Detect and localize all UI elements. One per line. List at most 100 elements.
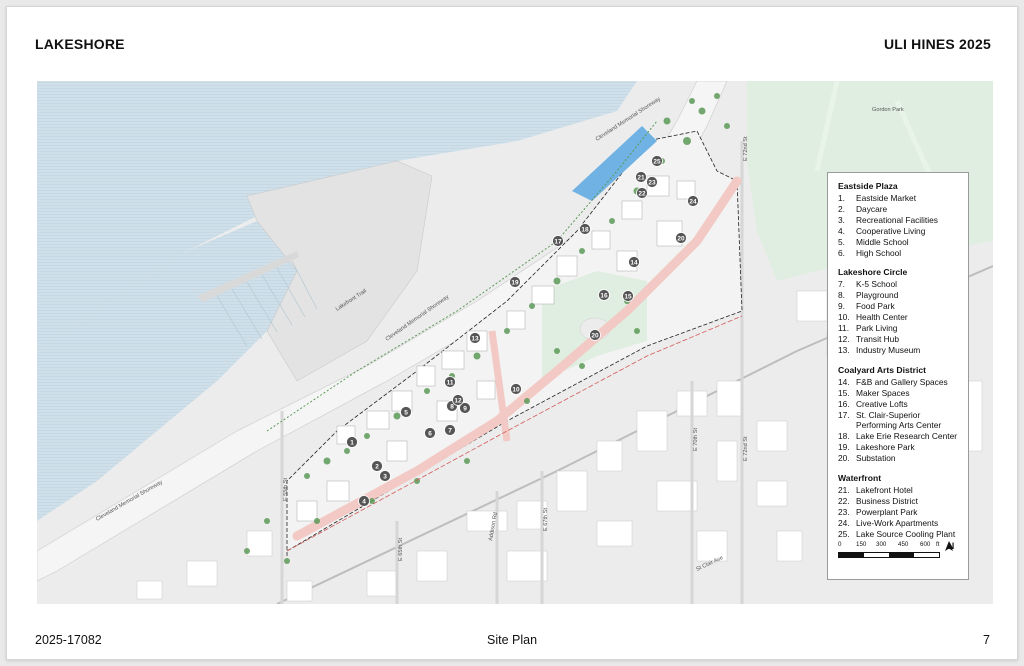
site-marker-number: 3 (383, 473, 387, 480)
legend-item: 13. Industry Museum (838, 345, 959, 356)
site-marker[interactable]: 4 (358, 495, 370, 507)
legend-item-number: 11. (838, 323, 850, 334)
road-label-e72-mid: E 72nd St (743, 436, 749, 461)
legend-item-number: 7. (838, 279, 845, 290)
site-marker[interactable]: 25 (651, 155, 663, 167)
scale-tick-label: 300 (876, 541, 887, 548)
legend-item: 4. Cooperative Living (838, 226, 959, 237)
scale-tick-label: ft (936, 541, 940, 548)
legend-item-label: Transit Hub (856, 333, 899, 344)
legend-item: 16. Creative Lofts (838, 399, 959, 410)
legend-item-number: 19. (838, 442, 850, 453)
site-marker-number: 1 (350, 439, 354, 446)
site-marker[interactable]: 21 (635, 171, 647, 183)
legend-group: Waterfront 21. Lakefront Hotel 22. Business … (838, 473, 959, 540)
site-marker[interactable]: 12 (452, 394, 464, 406)
legend-item-label: High School (856, 247, 902, 258)
site-marker-number: 7 (448, 427, 452, 434)
legend-item-label: Playground (856, 290, 899, 301)
legend-item: 15. Maker Spaces (838, 388, 959, 399)
site-marker[interactable]: 16 (598, 289, 610, 301)
site-plan-map[interactable]: Cleveland Memorial Shoreway Cleveland Me… (37, 81, 993, 604)
site-marker[interactable]: 22 (636, 187, 648, 199)
map-label-gordon-park: Gordon Park (872, 107, 904, 113)
site-marker-number: 18 (581, 226, 589, 233)
legend-group: Coalyard Arts District 14. F&B and Gallery… (838, 365, 959, 464)
legend-item: 12. Transit Hub (838, 334, 959, 345)
scale-bar: 0 150 300 450 600 ft N (838, 541, 960, 571)
legend-item-label: Health Center (856, 312, 908, 323)
legend-item: 21. Lakefront Hotel (838, 485, 959, 496)
site-marker-number: 10 (512, 386, 520, 393)
site-marker[interactable]: 5 (400, 406, 412, 418)
site-marker[interactable]: 10 (510, 383, 522, 395)
legend-item-number: 1. (838, 193, 845, 203)
road-label-e65: E 65th St (398, 538, 404, 561)
legend-item-label: Lakefront Hotel (856, 485, 913, 496)
site-marker[interactable]: 13 (469, 332, 481, 344)
legend-item-number: 23. (838, 506, 850, 517)
road-label-e67: E 67th St (543, 508, 549, 531)
legend-item: 14. F&B and Gallery Spaces (838, 377, 959, 388)
legend-item-label: Creative Lofts (856, 398, 908, 409)
north-arrow: N (944, 541, 958, 551)
scale-bar-graphic (838, 552, 940, 558)
site-marker[interactable]: 24 (687, 195, 699, 207)
legend-item: 9. Food Park (838, 301, 959, 312)
site-marker[interactable]: 20 (589, 329, 601, 341)
site-marker-number: 15 (624, 293, 632, 300)
scale-tick-label: 600 (920, 541, 931, 548)
site-marker[interactable]: 6 (424, 427, 436, 439)
legend-item-number: 17. (838, 409, 850, 420)
legend-item-number: 20. (838, 453, 850, 464)
legend-item-number: 4. (838, 225, 845, 236)
site-marker[interactable]: 15 (622, 290, 634, 302)
site-marker-number: 6 (428, 430, 432, 437)
page-number: 7 (983, 633, 990, 647)
legend-item: 24. Live-Work Apartments (838, 518, 959, 529)
site-marker[interactable]: 7 (444, 424, 456, 436)
scale-tick-label: 150 (856, 541, 867, 548)
legend-item: 11. Park Living (838, 323, 959, 334)
legend-item-label: Lake Erie Research Center (856, 431, 958, 442)
legend-item-number: 3. (838, 214, 845, 225)
legend-item-label: Lakeshore Park (856, 442, 915, 453)
legend-item-number: 12. (838, 333, 850, 344)
site-marker-number: 4 (362, 498, 366, 505)
legend-group-title: Lakeshore Circle (838, 267, 908, 278)
legend-item: 1. Eastside Market (838, 193, 959, 204)
legend-group: Eastside Plaza 1. Eastside Market 2. Daycare… (838, 181, 959, 258)
site-marker[interactable]: 23 (646, 176, 658, 188)
site-marker-number: 20 (591, 332, 599, 339)
page-sheet: LAKESHORE ULI HINES 2025 Cleveland Memor… (6, 6, 1018, 660)
site-marker[interactable]: 20 (675, 232, 687, 244)
legend-item-label: Lake Source Cooling Plant (856, 528, 956, 539)
competition-title: ULI HINES 2025 (883, 36, 991, 52)
north-arrow-icon (945, 541, 953, 551)
site-marker-number: 5 (404, 409, 408, 416)
legend-group-title: Eastside Plaza (838, 181, 898, 191)
site-marker[interactable]: 17 (552, 235, 564, 247)
legend-item-number: 9. (838, 301, 845, 312)
site-marker[interactable]: 14 (628, 256, 640, 268)
scale-tick-label: 0 (838, 541, 842, 548)
legend-item-label: Cooperative Living (856, 225, 926, 236)
site-marker-number: 11 (447, 379, 454, 386)
road-label-e70: E 70th St (693, 428, 699, 451)
site-marker[interactable]: 1 (346, 436, 358, 448)
legend-groups: Eastside Plaza 1. Eastside Market 2. Daycare… (838, 181, 959, 540)
site-marker-number: 16 (600, 292, 608, 299)
site-marker[interactable]: 19 (509, 276, 521, 288)
legend-item: 7. K-5 School (838, 279, 959, 290)
legend-item-label: Live-Work Apartments (856, 517, 939, 528)
site-marker[interactable]: 2 (371, 460, 383, 472)
site-marker[interactable]: 18 (579, 223, 591, 235)
legend-item-label: Food Park (856, 301, 895, 312)
legend-item-label: Recreational Facilities (856, 214, 938, 225)
legend-item-label: Powerplant Park (856, 506, 918, 517)
site-marker-number: 24 (689, 198, 697, 205)
legend-item: 3. Recreational Facilities (838, 215, 959, 226)
site-marker[interactable]: 11 (444, 376, 456, 388)
site-marker[interactable]: 3 (379, 470, 391, 482)
legend-item-number: 13. (838, 344, 850, 355)
